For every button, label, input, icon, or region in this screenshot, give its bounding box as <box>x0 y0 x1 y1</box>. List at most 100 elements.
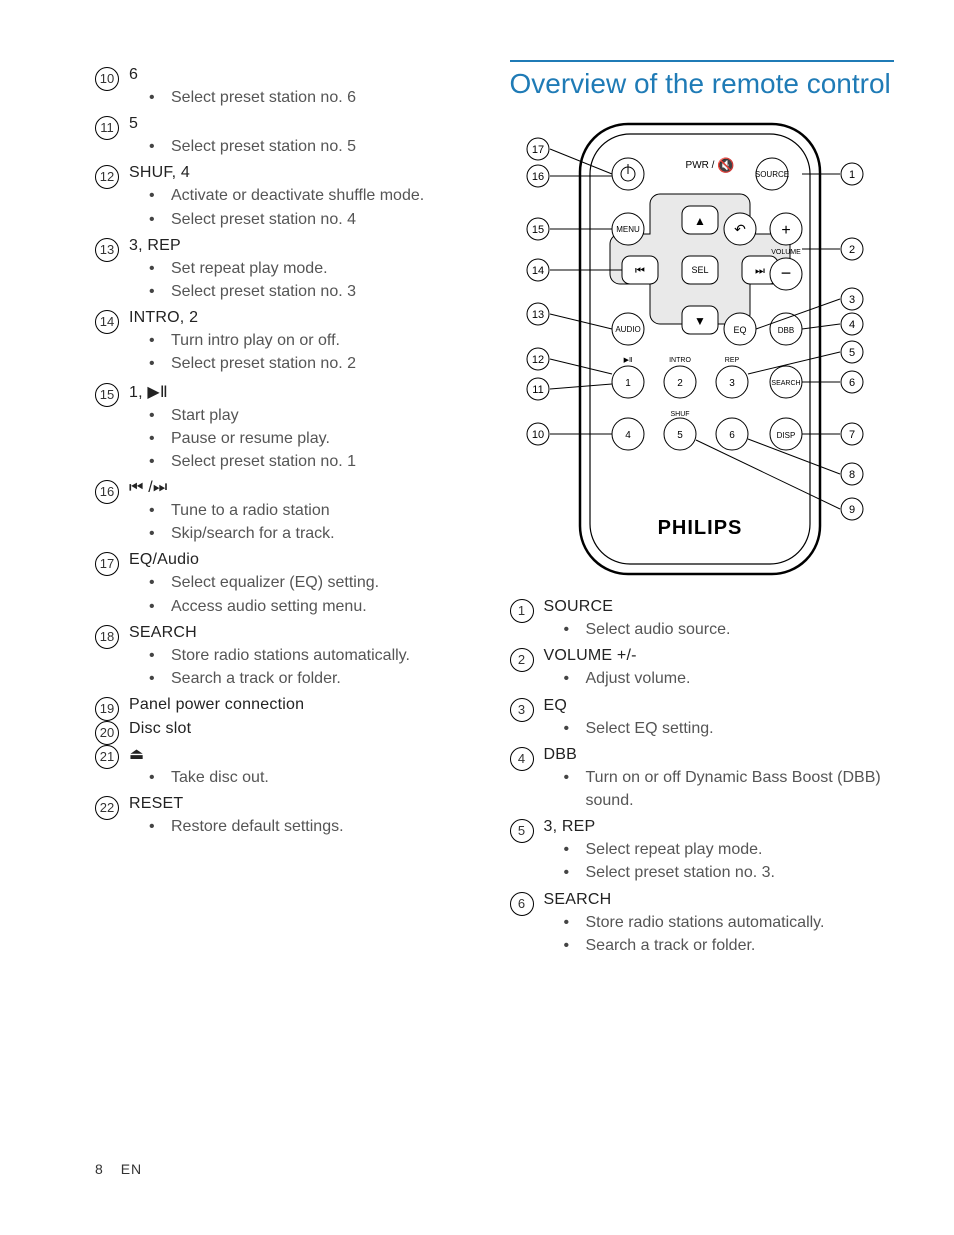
right-item-6: 6 SEARCH Store radio stations automaticall… <box>510 891 895 957</box>
bullet: Pause or resume play. <box>149 427 480 450</box>
item-bullets: Select repeat play mode.Select preset st… <box>564 838 895 884</box>
callout-number: 5 <box>510 819 534 843</box>
svg-text:10: 10 <box>531 429 543 441</box>
svg-text:5: 5 <box>848 347 854 359</box>
item-title: DBB <box>544 746 578 763</box>
left-item-11: 115Select preset station no. 5 <box>95 115 480 158</box>
callout-number: 19 <box>95 697 119 721</box>
item-bullets: Turn on or off Dynamic Bass Boost (DBB) … <box>564 766 895 812</box>
callout-number: 20 <box>95 721 119 745</box>
item-bullets: Select EQ setting. <box>564 717 895 740</box>
item-bullets: Tune to a radio stationSkip/search for a… <box>149 499 480 545</box>
item-bullets: Store radio stations automatically.Searc… <box>564 911 895 957</box>
callout-number: 12 <box>95 165 119 189</box>
svg-text:↶: ↶ <box>734 221 746 237</box>
callout-number: 6 <box>510 892 534 916</box>
svg-text:15: 15 <box>531 224 543 236</box>
callout-number: 13 <box>95 238 119 262</box>
item-bullets: Start playPause or resume play.Select pr… <box>149 404 480 474</box>
svg-text:11: 11 <box>532 384 543 396</box>
item-bullets: Take disc out. <box>149 766 480 789</box>
bullet: Search a track or folder. <box>564 934 895 957</box>
bullet: Search a track or folder. <box>149 667 480 690</box>
bullet: Select preset station no. 3. <box>564 861 895 884</box>
left-item-17: 17EQ/AudioSelect equalizer (EQ) setting.… <box>95 551 480 617</box>
svg-text:INTRO: INTRO <box>669 357 691 364</box>
bullet: Turn on or off Dynamic Bass Boost (DBB) … <box>564 766 895 812</box>
bullet: Turn intro play on or off. <box>149 329 480 352</box>
page-footer: 8 EN <box>95 1161 142 1177</box>
right-column: Overview of the remote control PWR / 🔇 S… <box>510 60 895 963</box>
svg-text:SEL: SEL <box>691 265 708 275</box>
item-bullets: Store radio stations automatically.Searc… <box>149 644 480 690</box>
left-item-14: 14INTRO, 2Turn intro play on or off.Sele… <box>95 309 480 375</box>
bullet: Select preset station no. 4 <box>149 208 480 231</box>
glyph-icon: ⏮ /⏭ <box>129 479 168 496</box>
callout-number: 15 <box>95 383 119 407</box>
item-title: Disc slot <box>129 720 191 737</box>
svg-text:AUDIO: AUDIO <box>615 325 640 334</box>
bullet: Select preset station no. 1 <box>149 450 480 473</box>
svg-text:▲: ▲ <box>694 214 706 228</box>
bullet: Set repeat play mode. <box>149 257 480 280</box>
left-item-16: 16⏮ /⏭Tune to a radio stationSkip/search… <box>95 479 480 545</box>
left-item-12: 12SHUF, 4Activate or deactivate shuffle … <box>95 164 480 230</box>
item-bullets: Restore default settings. <box>149 815 480 838</box>
callout-number: 18 <box>95 625 119 649</box>
bullet: Select equalizer (EQ) setting. <box>149 571 480 594</box>
item-bullets: Adjust volume. <box>564 667 895 690</box>
remote-diagram: PWR / 🔇 SOURCE MENU ▲ ↶ <box>510 114 870 584</box>
bullet: Access audio setting menu. <box>149 595 480 618</box>
svg-text:PHILIPS: PHILIPS <box>657 517 742 539</box>
bullet: Skip/search for a track. <box>149 522 480 545</box>
left-column: 106Select preset station no. 6115Select … <box>95 60 480 963</box>
svg-text:4: 4 <box>625 430 631 441</box>
glyph-icon: ▶Ⅱ <box>147 384 168 401</box>
svg-text:🔇: 🔇 <box>717 157 734 174</box>
left-item-22: 22RESETRestore default settings. <box>95 795 480 838</box>
svg-text:1: 1 <box>848 169 854 181</box>
svg-text:EQ: EQ <box>733 325 746 335</box>
item-title: 3, REP <box>544 818 596 835</box>
bullet: Select preset station no. 6 <box>149 86 480 109</box>
svg-text:VOLUME: VOLUME <box>771 249 801 256</box>
bullet: Activate or deactivate shuffle mode. <box>149 184 480 207</box>
svg-text:PWR /: PWR / <box>685 160 714 171</box>
bullet: Store radio stations automatically. <box>149 644 480 667</box>
callout-number: 11 <box>95 116 119 140</box>
callout-number: 22 <box>95 796 119 820</box>
callout-number: 17 <box>95 552 119 576</box>
left-item-15: 151, ▶ⅡStart playPause or resume play.Se… <box>95 382 480 474</box>
svg-text:2: 2 <box>848 244 854 256</box>
svg-text:+: + <box>781 222 790 239</box>
bullet: Store radio stations automatically. <box>564 911 895 934</box>
svg-text:3: 3 <box>848 294 854 306</box>
svg-text:⏮: ⏮ <box>635 265 645 277</box>
svg-text:8: 8 <box>848 469 854 481</box>
svg-text:2: 2 <box>677 378 683 389</box>
left-item-10: 106Select preset station no. 6 <box>95 66 480 109</box>
svg-text:3: 3 <box>729 378 735 389</box>
left-item-19: 19Panel power connection <box>95 696 480 714</box>
right-item-3: 3EQSelect EQ setting. <box>510 697 895 740</box>
left-item-18: 18 SEARCH Store radio stations automatical… <box>95 624 480 690</box>
svg-text:5: 5 <box>677 430 683 441</box>
bullet: Restore default settings. <box>149 815 480 838</box>
bullet: Take disc out. <box>149 766 480 789</box>
svg-text:SOURCE: SOURCE <box>754 170 788 179</box>
bullet: Select preset station no. 2 <box>149 352 480 375</box>
svg-text:17: 17 <box>531 144 543 156</box>
bullet: Tune to a radio station <box>149 499 480 522</box>
callout-number: 3 <box>510 698 534 722</box>
page-number: 8 <box>95 1161 103 1177</box>
right-item-4: 4DBBTurn on or off Dynamic Bass Boost (D… <box>510 746 895 812</box>
item-title: SEARCH <box>544 891 612 908</box>
bullet: Select repeat play mode. <box>564 838 895 861</box>
svg-text:DBB: DBB <box>777 326 793 335</box>
svg-text:13: 13 <box>531 309 543 321</box>
svg-text:4: 4 <box>848 319 854 331</box>
item-title: Panel power connection <box>129 696 304 713</box>
item-title: 6 <box>129 66 138 83</box>
item-title: SEARCH <box>129 624 197 641</box>
item-bullets: Select equalizer (EQ) setting.Access aud… <box>149 571 480 617</box>
